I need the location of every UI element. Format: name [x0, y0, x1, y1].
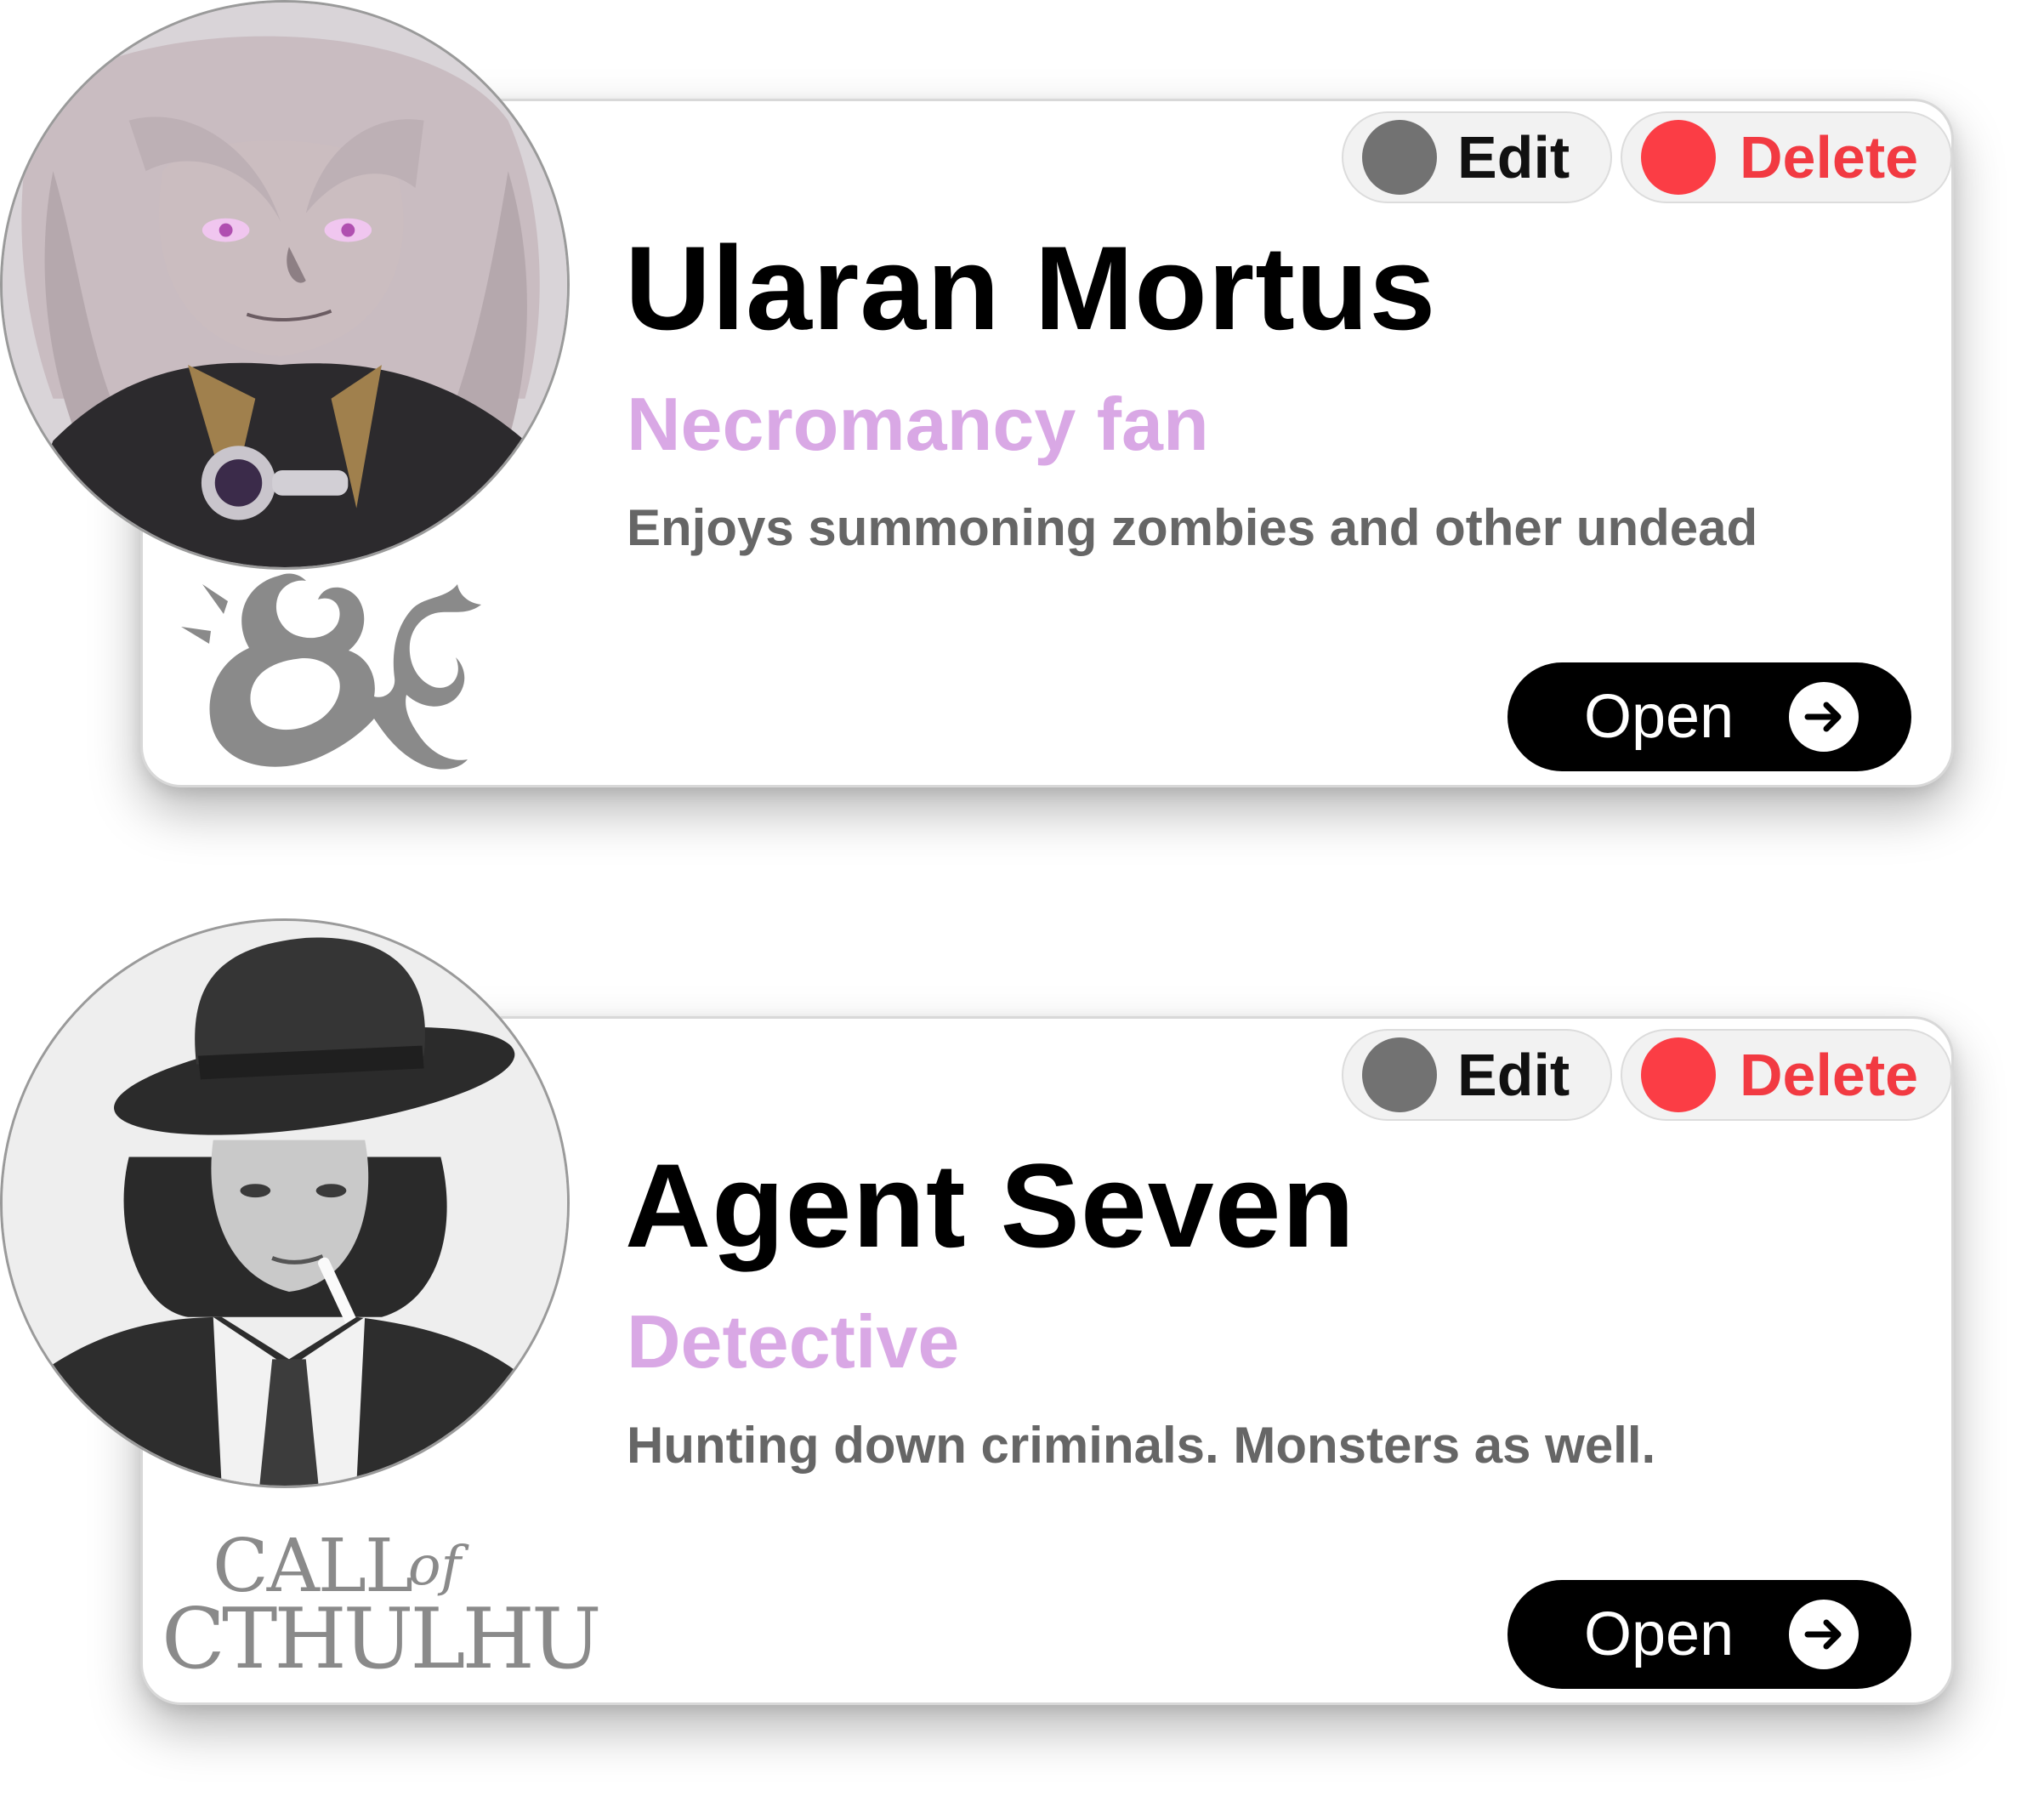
character-avatar [0, 918, 570, 1488]
call-of-cthulhu-logo: CALL of CTHULHU [162, 1525, 612, 1678]
edit-button[interactable]: Edit [1342, 1029, 1612, 1121]
open-label: Open [1584, 1600, 1735, 1668]
character-role: Necromancy fan [627, 382, 1209, 466]
edit-dot-icon [1362, 1037, 1437, 1112]
delete-dot-icon [1641, 120, 1716, 195]
edit-button[interactable]: Edit [1342, 111, 1612, 203]
character-name: Ularan Mortus [625, 221, 1437, 355]
delete-label: Delete [1740, 124, 1919, 190]
open-button[interactable]: Open [1507, 662, 1911, 771]
character-description: Enjoys summoning zombies and other undea… [627, 499, 1758, 556]
edit-label: Edit [1457, 1042, 1570, 1108]
open-button[interactable]: Open [1507, 1580, 1911, 1689]
arrow-right-icon [1789, 682, 1859, 752]
delete-dot-icon [1641, 1037, 1716, 1112]
character-description: Hunting down criminals. Monsters as well… [627, 1417, 1656, 1474]
svg-text:of: of [408, 1535, 470, 1598]
dnd-ampersand-logo [151, 550, 508, 780]
delete-button[interactable]: Delete [1621, 1029, 1952, 1121]
character-role: Detective [627, 1299, 960, 1384]
arrow-right-icon [1789, 1600, 1859, 1669]
character-avatar [0, 0, 570, 570]
open-label: Open [1584, 683, 1735, 751]
svg-text:CTHULHU: CTHULHU [162, 1591, 599, 1678]
edit-dot-icon [1362, 120, 1437, 195]
edit-label: Edit [1457, 124, 1570, 190]
character-name: Agent Seven [625, 1139, 1355, 1272]
delete-button[interactable]: Delete [1621, 111, 1952, 203]
delete-label: Delete [1740, 1042, 1919, 1108]
